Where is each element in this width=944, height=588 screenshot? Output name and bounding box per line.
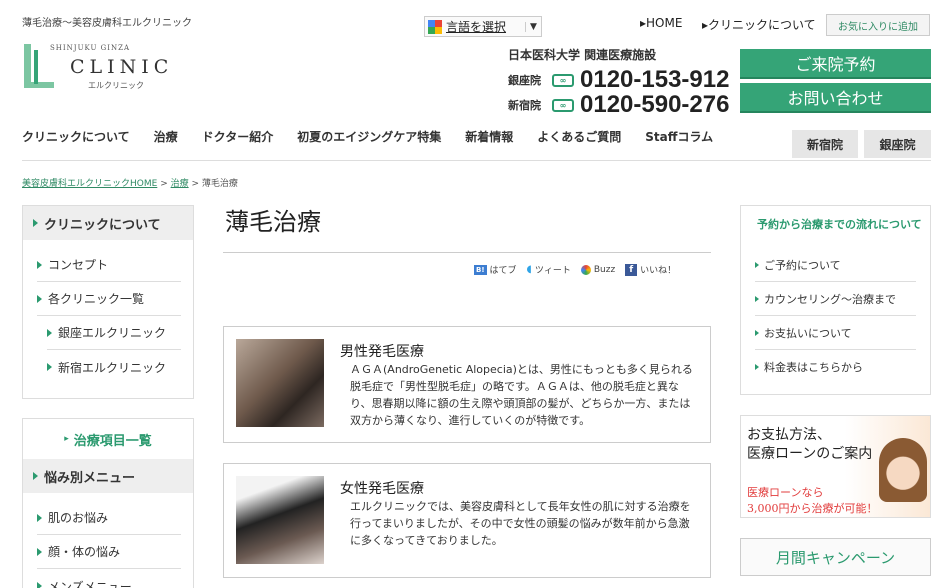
- loan-line1: お支払方法、: [747, 427, 831, 443]
- twitter-icon: ◖: [526, 264, 532, 275]
- flow-box: 予約から治療までの流れについて ご予約について カウンセリング～治療まで お支払…: [740, 205, 931, 395]
- affiliation-text: 日本医科大学 関連医療施設: [508, 48, 657, 62]
- nav-item-faq[interactable]: よくあるご質問: [537, 128, 621, 145]
- monthly-campaign-button[interactable]: 月間キャンペーン: [740, 538, 931, 576]
- sidebar-treatment-list-label: 治療項目一覧: [73, 433, 152, 449]
- card-title[interactable]: 女性発毛医療: [340, 478, 424, 498]
- free-dial-icon: ∞: [552, 73, 574, 87]
- flow-item-price[interactable]: 料金表はこちらから: [755, 350, 916, 384]
- nav-item-doctors[interactable]: ドクター紹介: [202, 128, 274, 145]
- breadcrumb-sep: >: [160, 179, 168, 189]
- treatment-card-female[interactable]: 女性発毛医療 エルクリニックでは、美容皮膚科として長年女性の肌に対する治療を行っ…: [223, 463, 711, 578]
- arrow-icon: ▸: [64, 434, 69, 444]
- card-text: エルクリニックでは、美容皮膚科として長年女性の肌に対する治療を行ってまいりました…: [350, 500, 691, 547]
- model-photo: [879, 438, 927, 502]
- flow-heading[interactable]: 予約から治療までの流れについて: [741, 206, 930, 248]
- breadcrumb: 美容皮膚科エルクリニックHOME > 治療 > 薄毛治療: [22, 176, 238, 189]
- phone-branch-label: 銀座院: [508, 74, 541, 87]
- card-text: ＡＧＡ(AndroGenetic Alopecia)とは、男性にもっとも多く見ら…: [350, 363, 693, 427]
- treatment-card-male[interactable]: 男性発毛医療 ＡＧＡ(AndroGenetic Alopecia)とは、男性にも…: [223, 326, 711, 443]
- sidebar-treatment-box: ▸ 治療項目一覧 悩み別メニュー 肌のお悩み 顔・体の悩み メンズメニュー: [22, 418, 194, 588]
- site-tagline: 薄毛治療～美容皮膚科エルクリニック: [22, 18, 192, 29]
- sidebar-about-box: クリニックについて コンセプト 各クリニック一覧 銀座エルクリニック 新宿エルク…: [22, 205, 194, 399]
- logo-top-text: SHINJUKU GINZA: [50, 44, 131, 52]
- top-link-home[interactable]: ▸HOME: [640, 16, 682, 30]
- tweet-button[interactable]: ◖ ツィート: [527, 263, 571, 276]
- nav-item-news[interactable]: 新着情報: [465, 128, 513, 145]
- card-title[interactable]: 男性発毛医療: [340, 341, 424, 361]
- breadcrumb-treatment-link[interactable]: 治療: [171, 179, 189, 189]
- buzz-icon: [580, 264, 591, 275]
- add-favorite-button[interactable]: お気に入りに追加: [826, 14, 930, 36]
- top-link-about[interactable]: ▸クリニックについて: [702, 16, 816, 33]
- loan-line2: 医療ローンのご案内: [747, 446, 873, 462]
- nav-item-treatment[interactable]: 治療: [154, 128, 178, 145]
- sidebar-worry-heading[interactable]: 悩み別メニュー: [23, 459, 193, 493]
- phone-number: 0120-590-276: [580, 91, 730, 118]
- sidebar-item-ginza[interactable]: 銀座エルクリニック: [47, 316, 181, 350]
- hatena-icon: B!: [474, 264, 487, 275]
- clinic-logo[interactable]: SHINJUKU GINZA CLINIC エルクリニック: [22, 38, 192, 94]
- nav-item-about[interactable]: クリニックについて: [22, 128, 130, 145]
- google-translate-icon: [428, 19, 442, 34]
- flow-item-payment[interactable]: お支払いについて: [755, 316, 916, 350]
- tweet-label: ツィート: [534, 266, 571, 276]
- sidebar-item-clinic-list[interactable]: 各クリニック一覧: [37, 282, 181, 316]
- free-dial-icon: ∞: [552, 98, 574, 112]
- buzz-button[interactable]: Buzz: [580, 264, 616, 275]
- logo-sub-text: エルクリニック: [88, 81, 144, 90]
- social-buttons: B! はてブ ◖ ツィート Buzz f いいね！: [474, 263, 676, 276]
- sidebar-about-heading[interactable]: クリニックについて: [23, 206, 193, 240]
- inquiry-button[interactable]: お問い合わせ: [740, 83, 931, 113]
- flow-item-reservation[interactable]: ご予約について: [755, 248, 916, 282]
- loan-line3: 医療ローンなら: [747, 486, 824, 499]
- hatena-bookmark-button[interactable]: B! はてブ: [474, 263, 517, 276]
- female-hair-photo: [236, 476, 324, 564]
- visit-reservation-button[interactable]: ご来院予約: [740, 49, 931, 79]
- phone-shinjuku[interactable]: 新宿院 ∞ 0120-590-276: [508, 91, 729, 119]
- breadcrumb-home-link[interactable]: 美容皮膚科エルクリニックHOME: [22, 179, 157, 189]
- sidebar-treatment-list-link[interactable]: ▸ 治療項目一覧: [23, 419, 193, 459]
- divider: [22, 160, 931, 161]
- branch-ginza-button[interactable]: 銀座院: [864, 130, 931, 158]
- facebook-icon: f: [625, 263, 638, 276]
- nav-item-feature[interactable]: 初夏のエイジングケア特集: [297, 128, 441, 145]
- loan-line4: 3,000円から治療が可能！: [747, 502, 878, 515]
- phone-number: 0120-153-912: [580, 66, 730, 93]
- top-link-about-label: クリニックについて: [708, 18, 816, 32]
- sidebar-item-shinjuku[interactable]: 新宿エルクリニック: [47, 350, 181, 384]
- sidebar-item-face-body[interactable]: 顔・体の悩み: [37, 535, 181, 569]
- page-title: 薄毛治療: [225, 208, 321, 236]
- facebook-like-button[interactable]: f いいね！: [625, 263, 676, 276]
- chevron-down-icon: ▼: [525, 21, 541, 32]
- logo-main-text: CLINIC: [70, 56, 174, 78]
- top-link-home-label: HOME: [646, 16, 683, 30]
- language-select-label: 言語を選択: [446, 20, 507, 34]
- flow-item-counseling[interactable]: カウンセリング～治療まで: [755, 282, 916, 316]
- divider: [223, 252, 711, 253]
- hatena-label: はてブ: [489, 266, 517, 276]
- like-label: いいね！: [640, 266, 677, 276]
- sidebar-item-mens[interactable]: メンズメニュー: [37, 569, 181, 588]
- branch-shinjuku-button[interactable]: 新宿院: [792, 130, 858, 158]
- buzz-label: Buzz: [593, 264, 616, 275]
- male-hair-photo: [236, 339, 324, 427]
- sidebar-item-concept[interactable]: コンセプト: [37, 248, 181, 282]
- breadcrumb-current: 薄毛治療: [201, 179, 238, 189]
- language-select[interactable]: 言語を選択 ▼: [424, 16, 542, 37]
- sidebar-item-skin[interactable]: 肌のお悩み: [37, 501, 181, 535]
- breadcrumb-sep: >: [191, 179, 200, 189]
- nav-item-staff-column[interactable]: Staffコラム: [645, 128, 713, 145]
- phone-ginza[interactable]: 銀座院 ∞ 0120-153-912: [508, 66, 729, 94]
- phone-branch-label: 新宿院: [508, 99, 541, 112]
- medical-loan-banner[interactable]: お支払方法、 医療ローンのご案内 医療ローンなら 3,000円から治療が可能！: [740, 415, 931, 518]
- main-nav: クリニックについて 治療 ドクター紹介 初夏のエイジングケア特集 新着情報 よく…: [22, 128, 713, 145]
